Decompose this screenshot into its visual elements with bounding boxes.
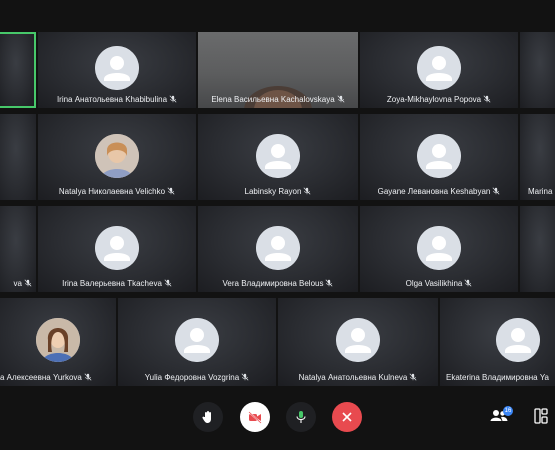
participant-tile[interactable] — [0, 114, 36, 200]
mic-off-icon — [492, 187, 500, 195]
participant-tile[interactable]: Vera Владимировна Belous — [198, 206, 358, 292]
layout-grid-icon — [534, 408, 548, 424]
microphone-icon — [296, 411, 306, 423]
mic-off-icon — [84, 373, 92, 381]
call-toolbar — [0, 388, 555, 450]
avatar-placeholder-icon — [256, 134, 300, 178]
avatar-placeholder-icon — [95, 46, 139, 90]
participant-name: Vera Владимировна Belous — [222, 279, 324, 288]
participant-name: Irina Валерьевна Tkacheva — [62, 279, 162, 288]
camera-off-icon — [248, 411, 262, 424]
participant-name: Irina Анатольевна Khabibulina — [56, 95, 168, 104]
camera-toggle-button[interactable] — [240, 402, 270, 432]
avatar-placeholder-icon — [417, 46, 461, 90]
mic-off-icon — [337, 95, 345, 103]
mic-off-icon — [325, 279, 333, 287]
participant-name: Zoya-Mikhaylovna Popova — [386, 95, 482, 104]
participant-name: Ekaterina Владимировна Ya — [446, 373, 550, 382]
participant-tile[interactable]: Irina Анатольевна Khabibulina — [38, 32, 196, 108]
participant-name: Yulia Федоровна Vozgrina — [144, 373, 240, 382]
raise-hand-button[interactable] — [193, 402, 223, 432]
avatar-placeholder-icon — [417, 134, 461, 178]
participant-tile[interactable]: Natalya Анатольевна Kulneva — [278, 298, 438, 386]
participant-name: Labinsky Rayon — [244, 187, 302, 196]
mic-off-icon — [24, 279, 32, 287]
participant-tile[interactable]: Gayane Левановна Keshabyan — [360, 114, 518, 200]
avatar-placeholder-icon — [417, 226, 461, 270]
mic-off-icon — [483, 95, 491, 103]
participant-name: Natalya Николаевна Velichko — [58, 187, 166, 196]
participant-name: va — [13, 279, 22, 288]
participant-name: a Алексеевна Yurkova — [0, 373, 82, 382]
participant-tile[interactable]: Irina Валерьевна Tkacheva — [38, 206, 196, 292]
participant-name: Olga Vasilikhina — [405, 279, 463, 288]
participant-tile[interactable]: Natalya Николаевна Velichko — [38, 114, 196, 200]
avatar-placeholder-icon — [496, 318, 540, 362]
avatar-placeholder-icon — [256, 226, 300, 270]
participant-tile[interactable] — [520, 206, 555, 292]
participant-tile[interactable] — [0, 32, 36, 108]
avatar-placeholder-icon — [95, 226, 139, 270]
avatar-placeholder-icon — [175, 318, 219, 362]
mic-off-icon — [241, 373, 249, 381]
participant-name: Marina — [528, 187, 553, 196]
participants-count-badge: 16 — [503, 406, 513, 416]
participant-name: Elena Васильевна Kachalovskaya — [211, 95, 335, 104]
participant-tile[interactable]: Olga Vasilikhina — [360, 206, 518, 292]
microphone-toggle-button[interactable] — [286, 402, 316, 432]
participant-tile[interactable]: va — [0, 206, 36, 292]
hand-icon — [202, 411, 211, 423]
participant-tile[interactable]: Yulia Федоровна Vozgrina — [118, 298, 276, 386]
avatar-placeholder-icon — [336, 318, 380, 362]
avatar-photo — [95, 134, 139, 178]
participant-tile-video[interactable]: Elena Васильевна Kachalovskaya — [198, 32, 358, 108]
mic-off-icon — [167, 187, 175, 195]
participant-tile[interactable]: Labinsky Rayon — [198, 114, 358, 200]
mic-off-icon — [164, 279, 172, 287]
participant-tile[interactable] — [520, 32, 555, 108]
participant-tile[interactable]: Ekaterina Владимировна Ya — [440, 298, 555, 386]
participant-name: Natalya Анатольевна Kulneva — [298, 373, 408, 382]
mic-off-icon — [464, 279, 472, 287]
participant-tile[interactable]: Marina — [520, 114, 555, 200]
avatar-photo — [36, 318, 80, 362]
mic-off-icon — [303, 187, 311, 195]
close-icon — [342, 412, 352, 422]
participant-tile[interactable]: Zoya-Mikhaylovna Popova — [360, 32, 518, 108]
mic-off-icon — [169, 95, 177, 103]
mic-off-icon — [409, 373, 417, 381]
layout-button[interactable] — [534, 408, 550, 426]
participant-tile[interactable]: a Алексеевна Yurkova — [0, 298, 116, 386]
end-call-button[interactable] — [332, 402, 362, 432]
participant-name: Gayane Левановна Keshabyan — [377, 187, 491, 196]
